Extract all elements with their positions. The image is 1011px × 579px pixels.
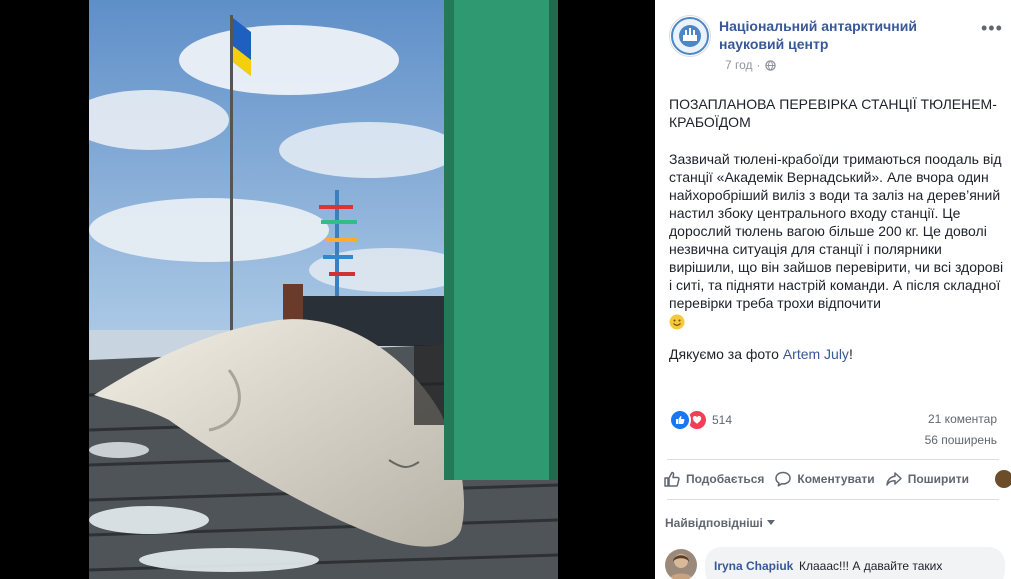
globe-icon [764,59,776,71]
comment-button[interactable]: Коментувати [774,470,875,488]
post-body-text: Зазвичай тюлені-крабоїди тримаються поод… [669,151,1004,311]
sort-label: Найвідповідніші [665,516,763,530]
thanks-prefix: Дякуємо за фото [669,346,783,362]
commenter-avatar[interactable] [665,549,697,579]
comment-sort-dropdown[interactable]: Найвідповідніші [665,516,775,530]
page-avatar[interactable] [669,15,711,57]
thumbs-up-icon [664,471,680,487]
share-arrow-icon [885,472,902,486]
page-name-link[interactable]: Національний антарктичний науковий центр [719,17,959,53]
comments-count-link[interactable]: 21 коментар [928,412,997,426]
action-bar: Подобається Коментувати Поширити [655,462,1011,496]
smile-emoji-icon [669,314,685,330]
caret-down-icon [766,520,775,525]
shares-count-link[interactable]: 56 поширень [925,433,997,447]
photo-viewer[interactable] [0,0,655,579]
reactions-summary[interactable]: 514 [669,409,732,431]
post-body: Зазвичай тюлені-крабоїди тримаються поод… [669,150,1004,331]
divider [667,459,999,460]
post-title: ПОЗАПЛАНОВА ПЕРЕВІРКА СТАНЦІЇ ТЮЛЕНЕМ-КР… [669,96,997,130]
comment-text: Клааас!!! А давайте таких [799,559,943,573]
separator-dot: · [756,58,761,72]
thanks-line: Дякуємо за фото Artem July! [669,346,853,362]
divider [667,499,999,500]
comment-author-link[interactable]: Iryna Chapiuk [714,559,793,573]
photographer-link[interactable]: Artem July [783,346,849,362]
speech-bubble-icon [775,471,792,487]
like-reaction-icon [669,409,691,431]
more-icon: ••• [981,18,1003,38]
post-time[interactable]: 7 год [725,58,753,72]
more-options-button[interactable]: ••• [981,18,1003,39]
like-label: Подобається [686,472,765,486]
comment-label: Коментувати [797,472,875,486]
share-label: Поширити [907,472,969,486]
share-button[interactable]: Поширити [885,470,969,488]
post-photo [89,0,558,579]
post-meta: 7 год · [725,58,776,72]
like-button[interactable]: Подобається [663,470,764,488]
station-logo [671,17,709,55]
thanks-suffix: ! [848,346,853,362]
post-panel: Національний антарктичний науковий центр… [655,0,1011,579]
reactions-count: 514 [712,413,733,427]
comment-as-avatar[interactable] [995,470,1011,488]
